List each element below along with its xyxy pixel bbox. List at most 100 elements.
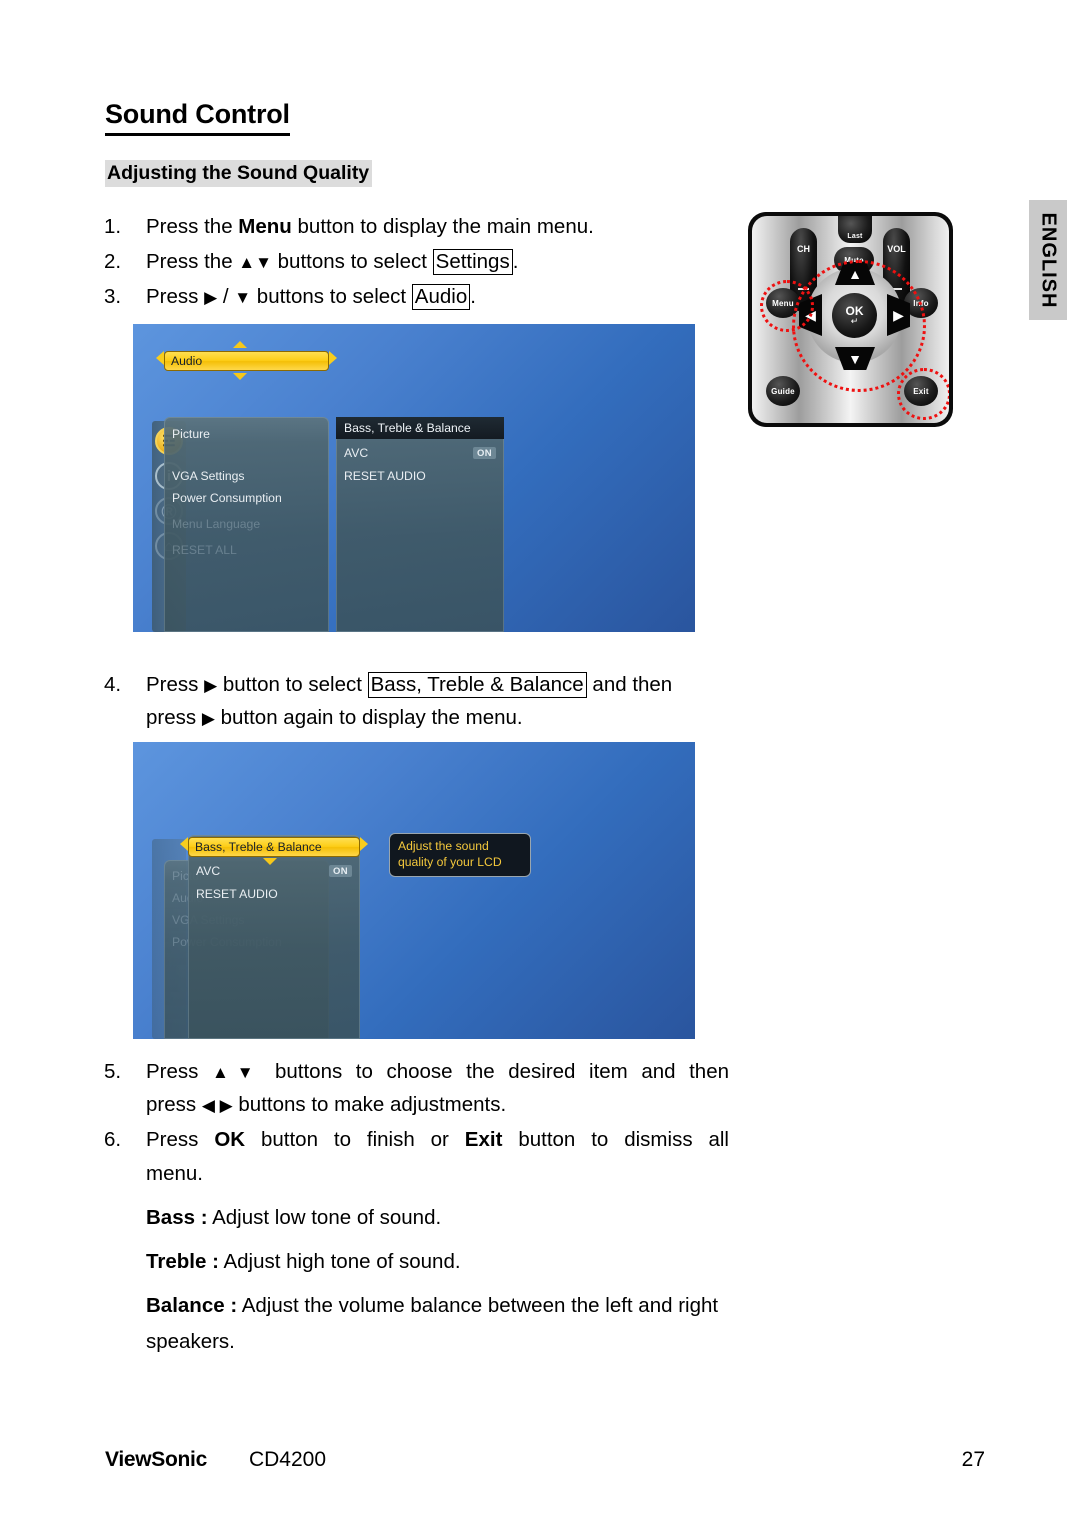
down-arrow-icon: ▼ (848, 350, 862, 367)
step-text-part: buttons to make adjustments. (232, 1093, 507, 1117)
osd-menu-item-menu-language: Menu Language (172, 516, 261, 531)
step-text-part: Press (146, 1128, 215, 1152)
definition-bass: Bass : Adjust low tone of sound. (146, 1200, 736, 1236)
osd-screenshot-main-menu: ☲ i Ⓡ ⌂ Picture VGA Settings Power Consu… (133, 324, 695, 632)
dpad-down-button[interactable]: ▼ (835, 347, 875, 370)
steps-group-c: 5. Press ▲▼ buttons to choose the desire… (104, 1055, 729, 1192)
osd-menu-item-power-consumption[interactable]: Power Consumption (164, 487, 329, 508)
osd-right-panel: Bass, Treble & Balance AVC ON RESET AUDI… (336, 417, 504, 632)
definitions-block: Bass : Adjust low tone of sound. Treble … (146, 1200, 736, 1368)
step-text-part: and then (586, 673, 673, 696)
ok-button[interactable]: OK ↵ (832, 293, 877, 338)
brand-name: ViewSonic (105, 1448, 207, 1471)
osd-submenu-item-bass-treble-balance-selected[interactable]: Bass, Treble & Balance (188, 837, 360, 857)
remote-control-illustration: Last CH VOL Mute Menu Info ▲ ▼ ◀ ▶ OK ↵ … (748, 212, 953, 427)
page-footer: ViewSonic CD4200 27 (105, 1448, 985, 1472)
updown-arrows-icon: ▲▼ (211, 1063, 262, 1082)
selection-left-arrow-icon (180, 837, 188, 851)
down-arrow-icon: ▼ (234, 288, 252, 308)
page-title: Sound Control (105, 99, 290, 136)
scroll-down-caret-icon (233, 373, 247, 380)
right-arrow-icon: ▶ (893, 307, 904, 323)
step-text-part: Press the (146, 215, 239, 238)
step-text-part: buttons to choose the desired item and t… (261, 1060, 730, 1083)
settings-keyword: Settings (432, 249, 513, 276)
vol-rocker-label: VOL (887, 244, 906, 254)
osd-submenu-item-avc[interactable]: AVC ON (336, 442, 504, 463)
osd-submenu-item-reset-audio[interactable]: RESET AUDIO (188, 883, 360, 904)
osd-submenu-item-label: RESET AUDIO (344, 468, 426, 483)
step-text: Press ▶ / ▼ buttons to select Audio. (146, 280, 729, 313)
language-tab-label: ENGLISH (1037, 212, 1060, 308)
selection-right-arrow-icon (329, 351, 337, 365)
definition-balance: Balance : Adjust the volume balance betw… (146, 1288, 736, 1360)
step-text: Press OK button to finish or Exit button… (146, 1123, 729, 1189)
scroll-down-caret-icon (263, 858, 277, 865)
menu-button[interactable]: Menu (766, 288, 800, 318)
leftright-arrows-icon: ◀ ▶ (201, 1096, 233, 1116)
section-subtitle: Adjusting the Sound Quality (105, 160, 373, 188)
list-item: 5. Press ▲▼ buttons to choose the desire… (104, 1055, 729, 1121)
enter-icon: ↵ (850, 315, 859, 326)
osd-submenu-title: Bass, Treble & Balance (336, 417, 504, 439)
right-arrow-icon: ▶ (201, 709, 215, 729)
exit-button[interactable]: Exit (904, 376, 938, 406)
step-line: menu. (146, 1161, 203, 1185)
list-item: 1. Press the Menu button to display the … (104, 210, 729, 243)
step-number: 4. (104, 673, 122, 696)
definition-term: Balance : (146, 1293, 238, 1317)
model-name: CD4200 (248, 1448, 327, 1471)
step-line: press ◀ ▶ buttons to make adjustments. (146, 1088, 729, 1121)
ch-rocker-label: CH (797, 244, 810, 254)
definition-term: Treble : (146, 1249, 219, 1273)
remote-face: Last CH VOL Mute Menu Info ▲ ▼ ◀ ▶ OK ↵ … (752, 216, 949, 423)
steps-group-b: 4. Press ▶ button to select Bass, Treble… (104, 668, 729, 736)
selection-left-arrow-icon (156, 351, 164, 365)
osd-menu-item-audio-selected[interactable]: Audio (164, 351, 329, 371)
osd-menu-item-picture[interactable]: Picture (164, 423, 329, 444)
step-text-part: button to display the main menu. (291, 215, 594, 238)
step-number: 1. (104, 215, 122, 238)
osd-submenu-item-reset-audio[interactable]: RESET AUDIO (336, 465, 504, 486)
step-text-part: Press the (146, 250, 239, 274)
steps-group-a: 1. Press the Menu button to display the … (104, 210, 729, 316)
definition-desc: Adjust high tone of sound. (218, 1249, 461, 1273)
page-number: 27 (961, 1448, 985, 1471)
step-text-part: buttons to select (251, 285, 412, 309)
list-item: 6. Press OK button to finish or Exit but… (104, 1123, 729, 1189)
osd-front-panel: AVC ON RESET AUDIO (188, 835, 360, 1039)
right-arrow-icon: ▶ (204, 676, 218, 695)
guide-button[interactable]: Guide (766, 376, 800, 406)
step-number: 2. (104, 250, 122, 274)
step-line: Press OK button to finish or Exit button… (146, 1123, 729, 1156)
step-text-part: button again to display the menu. (214, 706, 523, 730)
step-text-part: button to dismiss all (502, 1128, 729, 1152)
list-item: 3. Press ▶ / ▼ buttons to select Audio. (104, 280, 729, 313)
step-text-part: buttons to select (271, 250, 433, 274)
step-text-part: . (470, 285, 476, 309)
scroll-up-caret-icon (233, 341, 247, 348)
left-arrow-icon: ◀ (805, 307, 816, 323)
selection-right-arrow-icon (360, 837, 368, 851)
definition-desc: Adjust low tone of sound. (207, 1206, 442, 1229)
osd-submenu-item-label: RESET AUDIO (196, 886, 278, 901)
audio-keyword: Audio (411, 284, 471, 311)
osd-submenu-item-label: AVC (344, 445, 369, 460)
step-text: Press the Menu button to display the mai… (146, 210, 729, 243)
osd-menu-item-vga-settings[interactable]: VGA Settings (164, 465, 329, 486)
step-text-part: button to select (217, 673, 368, 696)
osd-menu-item-reset-all: RESET ALL (172, 542, 237, 557)
exit-keyword: Exit (464, 1128, 503, 1152)
right-arrow-icon: ▶ (204, 288, 218, 308)
updown-arrows-icon: ▲▼ (238, 253, 272, 273)
step-line: Press ▲▼ buttons to choose the desired i… (146, 1055, 729, 1088)
step-text-part: Press (146, 673, 205, 696)
up-arrow-icon: ▲ (848, 265, 862, 282)
definition-treble: Treble : Adjust high tone of sound. (146, 1244, 736, 1280)
last-button[interactable]: Last (838, 216, 872, 243)
definition-term: Bass : (146, 1206, 208, 1229)
step-number: 5. (104, 1060, 122, 1083)
minus-icon (798, 288, 809, 290)
bass-treble-balance-keyword: Bass, Treble & Balance (367, 672, 587, 698)
status-badge: ON (472, 446, 496, 459)
